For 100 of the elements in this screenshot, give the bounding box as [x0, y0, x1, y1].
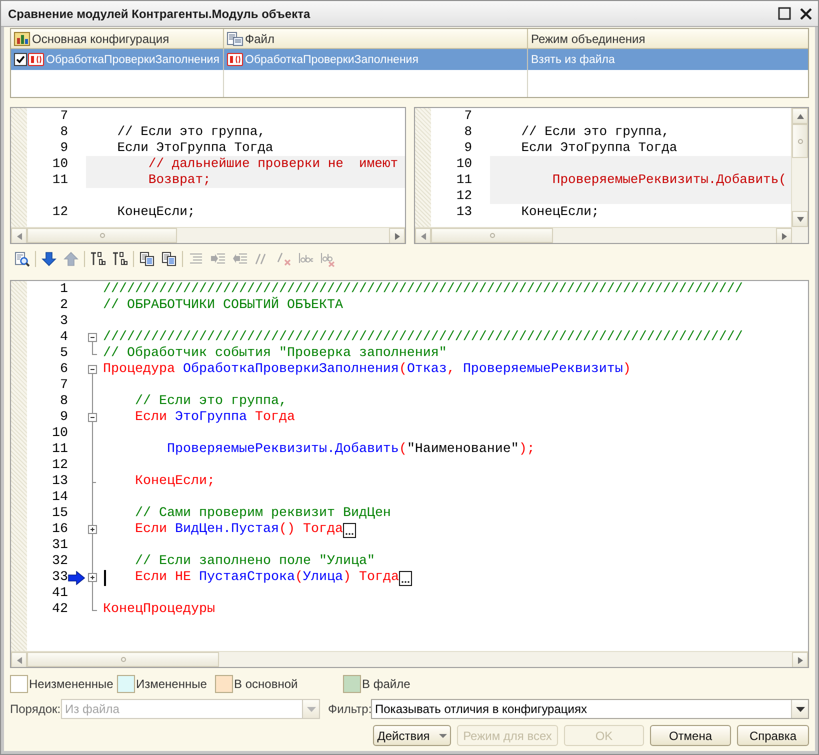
- line-number: 33: [51, 570, 68, 586]
- collapse-toggle[interactable]: [88, 333, 97, 342]
- vertical-scrollbar[interactable]: [791, 108, 808, 227]
- right-triangle-icon: [798, 656, 802, 664]
- field-label: Порядок:: [10, 702, 61, 716]
- column-header[interactable]: Файл: [224, 29, 528, 49]
- checkbox[interactable]: [14, 53, 27, 66]
- code-line: Если ВидЦен.Пустая() Тогда: [134, 522, 343, 538]
- maximize-icon[interactable]: [778, 7, 791, 20]
- procedure-name: ОбработкаПроверкиЗаполнения: [46, 54, 220, 66]
- scrollbar-thumb[interactable]: [27, 228, 177, 243]
- window-title: Сравнение модулей Контрагенты.Модуль объекта: [8, 6, 312, 20]
- up-triangle-icon: [796, 114, 804, 118]
- line-number: 10: [455, 156, 472, 172]
- filter-select[interactable]: Показывать отличия в конфигурациях: [371, 699, 809, 719]
- expand-toggle[interactable]: [88, 525, 97, 534]
- line-number: 7: [463, 108, 472, 124]
- code-line: // ОБРАБОТЧИКИ СОБЫТИЙ ОБЪЕКТА: [103, 298, 343, 314]
- horizontal-scrollbar[interactable]: [11, 651, 808, 667]
- procedure-name: ОбработкаПроверкиЗаполнения: [245, 54, 418, 66]
- line-number: 1: [59, 282, 68, 298]
- horizontal-scrollbar[interactable]: [11, 227, 405, 243]
- line-number: 10: [51, 426, 68, 442]
- legend-label: В файле: [362, 677, 410, 691]
- scrollbar-thumb[interactable]: [431, 228, 553, 243]
- text-marker-icon[interactable]: [112, 251, 128, 267]
- horizontal-scrollbar[interactable]: [415, 227, 792, 243]
- code-line: КонецЕсли;: [520, 204, 600, 220]
- line-number: 8: [463, 124, 472, 140]
- copy-pages-icon[interactable]: [161, 251, 177, 267]
- expand-toggle[interactable]: [88, 573, 97, 582]
- dialog-button[interactable]: Отмена: [650, 725, 731, 746]
- left-triangle-icon: [16, 232, 22, 240]
- legend-label: В основной: [234, 677, 298, 691]
- file-list-icon: [227, 32, 243, 46]
- line-number: 7: [59, 378, 68, 394]
- scroll-down-button[interactable]: [792, 211, 808, 227]
- line-number: 3: [59, 314, 68, 330]
- line-number: 12: [455, 188, 472, 204]
- code-line: // Если заполнено поле "Улица": [134, 554, 375, 570]
- caret-icon: [306, 706, 316, 712]
- copy-pages-icon[interactable]: [139, 251, 155, 267]
- down-arrow-icon[interactable]: [41, 251, 57, 267]
- scroll-right-button[interactable]: [389, 228, 405, 243]
- line-number: 41: [51, 586, 68, 602]
- scroll-left-button[interactable]: [11, 652, 27, 667]
- line-number: 42: [51, 602, 68, 618]
- scroll-left-button[interactable]: [11, 228, 27, 243]
- scroll-up-button[interactable]: [792, 108, 808, 124]
- code-line: ////////////////////////////////////////////////////////////////////////////////: [103, 282, 743, 297]
- line-number: 2: [59, 298, 68, 314]
- code-line: Если ЭтоГруппа Тогда: [116, 140, 274, 156]
- collapse-toggle[interactable]: [88, 413, 97, 422]
- line-number: 9: [59, 140, 68, 156]
- function-icon: [227, 53, 243, 66]
- scrollbar-thumb[interactable]: [27, 652, 219, 667]
- column-header[interactable]: Режим объединения: [528, 29, 808, 49]
- code-line: // Сами проверим реквизит ВидЦен: [134, 506, 391, 522]
- scrollbar-thumb[interactable]: [792, 124, 808, 158]
- close-icon[interactable]: [800, 8, 812, 20]
- grip-icon: [120, 657, 126, 662]
- line-number: 5: [59, 346, 68, 362]
- actions-menu-button[interactable]: Действия: [373, 725, 451, 746]
- column-header[interactable]: Основная конфигурация: [11, 29, 224, 49]
- scroll-right-button[interactable]: [792, 652, 808, 667]
- fold-guide-line: [92, 342, 93, 346]
- line-number: 14: [51, 490, 68, 506]
- line-number: 12: [51, 458, 68, 474]
- right-triangle-icon: [394, 232, 400, 240]
- function-icon: [28, 53, 44, 66]
- document-search-icon[interactable]: [14, 251, 30, 267]
- line-number: 13: [51, 474, 68, 490]
- grip-icon: [490, 233, 494, 238]
- scroll-right-button[interactable]: [776, 228, 792, 243]
- dialog-button[interactable]: Справка: [737, 725, 809, 746]
- code-line: ////////////////////////////////////////////////////////////////////////////////: [103, 330, 743, 346]
- down-triangle-icon: [796, 216, 804, 222]
- line-number: 16: [51, 522, 68, 538]
- collapsed-code-icon[interactable]: [398, 570, 412, 586]
- scrollbar-corner: [792, 227, 808, 243]
- legend-label: Измененные: [136, 677, 207, 691]
- line-number: 7: [59, 108, 68, 124]
- scroll-left-button[interactable]: [415, 228, 431, 243]
- fold-end-corner: [92, 602, 98, 611]
- grip-icon: [100, 233, 104, 238]
- code-line: // Если это группа,: [116, 124, 266, 140]
- line-number: 8: [59, 124, 68, 140]
- line-number: 11: [455, 172, 472, 188]
- collapse-toggle[interactable]: [88, 365, 97, 374]
- line-number: 8: [59, 394, 68, 410]
- grip-icon: [798, 138, 802, 144]
- left-triangle-icon: [16, 656, 22, 664]
- line-number: 9: [463, 140, 472, 156]
- code-editor[interactable]: [10, 280, 809, 668]
- line-number: 6: [59, 362, 68, 378]
- code-line: ПроверяемыеРеквизиты.Добавить("Наименование");: [166, 442, 535, 458]
- code-line: Если ЭтоГруппа Тогда: [134, 410, 295, 426]
- line-number: 11: [51, 172, 68, 188]
- text-marker-icon[interactable]: [90, 251, 106, 267]
- collapsed-code-icon[interactable]: [342, 522, 356, 538]
